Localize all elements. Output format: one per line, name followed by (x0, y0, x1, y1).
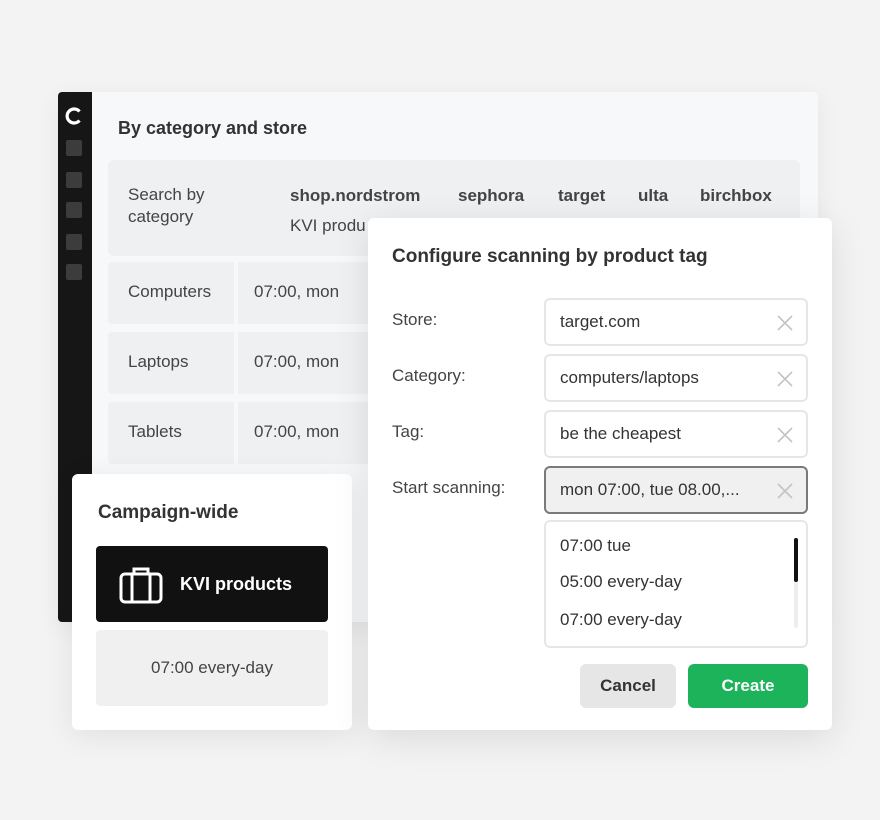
dropdown-option[interactable]: 07:00 every-day (560, 610, 682, 630)
tag-field[interactable]: be the cheapest (544, 410, 808, 458)
sidebar-item-4[interactable] (66, 234, 82, 250)
clear-icon[interactable] (776, 426, 794, 444)
store-field[interactable]: target.com (544, 298, 808, 346)
clear-icon[interactable] (776, 370, 794, 388)
section-title: By category and store (118, 118, 308, 138)
clear-icon[interactable] (776, 482, 794, 500)
scrollbar-thumb[interactable] (794, 538, 798, 582)
dropdown-option[interactable]: 05:00 every-day (560, 572, 682, 592)
tag-label: Tag: (392, 422, 425, 441)
briefcase-icon (119, 567, 163, 604)
kvi-products-button[interactable]: KVI products (96, 546, 328, 622)
start-scanning-value: mon 07:00, tue 08.00,... (560, 480, 740, 499)
cancel-button[interactable]: Cancel (580, 664, 676, 708)
kvi-products-label: KVI produ (290, 216, 366, 235)
tag-field-value: be the cheapest (560, 424, 681, 443)
row-category-computers[interactable]: Computers (108, 262, 234, 324)
store-birchbox[interactable]: birchbox (700, 186, 772, 206)
sidebar-item-2[interactable] (66, 172, 82, 188)
campaign-wide-card: Campaign-wide KVI products 07:00 every-d… (72, 474, 352, 730)
store-nordstrom[interactable]: shop.nordstrom (290, 186, 420, 206)
campaign-schedule[interactable]: 07:00 every-day (96, 630, 328, 706)
category-field-value: computers/laptops (560, 368, 699, 387)
store-label: Store: (392, 310, 438, 329)
category-label: Category: (392, 366, 466, 385)
store-ulta[interactable]: ulta (638, 186, 668, 206)
store-sephora[interactable]: sephora (458, 186, 524, 206)
clear-icon[interactable] (776, 314, 794, 332)
dropdown-option[interactable]: 07:00 tue (560, 536, 631, 556)
row-category-laptops[interactable]: Laptops (108, 332, 234, 394)
logo-icon (65, 107, 81, 125)
store-target[interactable]: target (558, 186, 605, 206)
campaign-title: Campaign-wide (98, 502, 239, 523)
start-scanning-label: Start scanning: (392, 478, 506, 497)
kvi-products-button-label: KVI products (180, 574, 293, 594)
start-scanning-select[interactable]: mon 07:00, tue 08.00,... (544, 466, 808, 514)
category-field[interactable]: computers/laptops (544, 354, 808, 402)
dialog-title: Configure scanning by product tag (392, 246, 708, 267)
sidebar-item-3[interactable] (66, 202, 82, 218)
configure-scanning-dialog: Configure scanning by product tag Store:… (368, 218, 832, 730)
search-by-category[interactable]: Search by category (128, 184, 258, 228)
row-category-tablets[interactable]: Tablets (108, 402, 234, 464)
store-field-value: target.com (560, 312, 641, 331)
sidebar-item-1[interactable] (66, 140, 82, 156)
sidebar-item-5[interactable] (66, 264, 82, 280)
create-button[interactable]: Create (688, 664, 808, 708)
schedule-dropdown: 07:00 tue 05:00 every-day 07:00 every-da… (544, 520, 808, 648)
